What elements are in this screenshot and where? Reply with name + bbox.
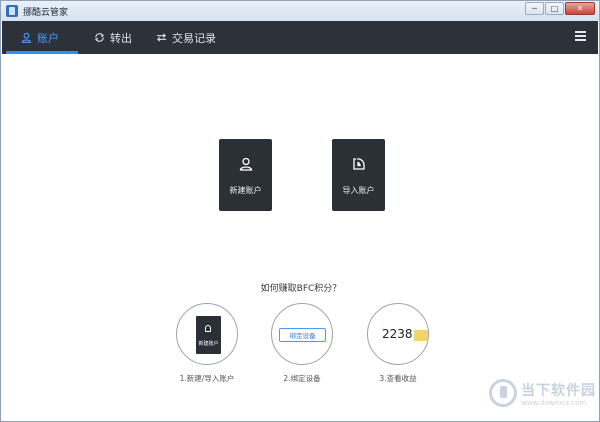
user-icon [239,157,252,171]
step-view-earnings-illustration: 2238 [367,303,429,365]
tab-account[interactable]: 账户 [21,21,59,54]
maximize-button[interactable]: □ [545,2,564,15]
close-button[interactable]: ✕ [565,2,595,15]
window-controls: ─ □ ✕ [525,2,595,15]
bind-device-preview: 绑定设备 [279,328,326,342]
import-account-button[interactable]: 导入账户 [332,139,385,211]
new-account-button[interactable]: 新建账户 [219,139,272,211]
earnings-tag [414,330,428,341]
step-1-label: 1.新建/导入账户 [179,374,235,383]
step-bind-device-illustration: 绑定设备 [271,303,333,365]
watermark-text: 当下软件园 [521,383,596,399]
app-logo-icon [6,5,18,17]
tab-account-label: 账户 [37,31,59,45]
app-window: 挪酷云管家 ─ □ ✕ 账户 转出 交易记录 新建账户 导入账户 如何赚取BFC… [0,0,600,422]
import-icon [352,158,365,170]
minimize-button[interactable]: ─ [525,2,544,15]
menu-icon[interactable] [575,31,586,41]
mini-tile: 新建账户 [196,316,221,354]
mini-tile-label: 新建账户 [198,341,219,347]
tab-transactions-label: 交易记录 [172,31,216,45]
step-2-label: 2.绑定设备 [283,374,321,383]
watermark: 当下软件园 www.downxia.com [489,377,599,417]
import-account-label: 导入账户 [342,186,375,195]
tab-transfer[interactable]: 转出 [94,21,132,54]
window-title: 挪酷云管家 [23,7,69,18]
earnings-value: 2238 [382,327,413,341]
active-tab-indicator [6,51,78,54]
mini-user-icon [205,325,211,332]
tab-transactions[interactable]: 交易记录 [156,21,216,54]
watermark-logo-icon [489,379,517,407]
user-icon [21,32,32,43]
transfer-icon [94,33,105,42]
title-bar: 挪酷云管家 ─ □ ✕ [1,1,599,21]
top-nav: 账户 转出 交易记录 [2,21,598,54]
new-account-label: 新建账户 [229,186,262,195]
howto-title: 如何赚取BFC积分？ [260,284,342,294]
step-3-label: 3.查看收益 [379,374,417,383]
tab-transfer-label: 转出 [110,31,132,45]
step-create-import-illustration: 新建账户 [176,303,238,365]
watermark-url: www.downxia.com [521,399,587,407]
exchange-icon [156,33,167,42]
